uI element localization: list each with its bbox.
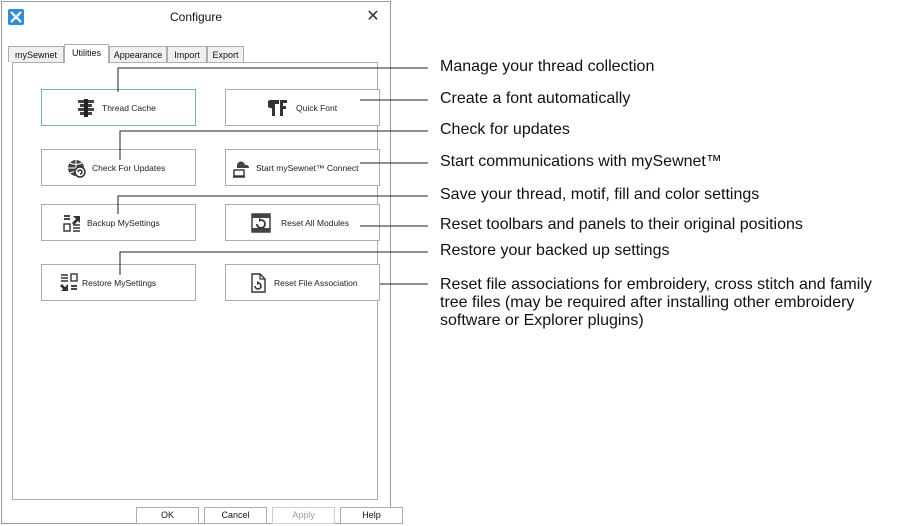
leader-backup: [117, 195, 428, 214]
callout-restore: Restore your backed up settings: [440, 242, 670, 259]
callout-reset-file-association: Reset file associations for embroidery, …: [440, 276, 872, 329]
leader-check-updates: [119, 130, 428, 160]
callout-thread-cache: Manage your thread collection: [440, 58, 655, 75]
callout-quick-font: Create a font automatically: [440, 90, 631, 107]
callout-leader-lines: [117, 67, 428, 285]
tab-utilities[interactable]: Utilities: [64, 44, 109, 63]
leader-restore: [119, 251, 428, 275]
callout-start-connect: Start communications with mySewnet™: [440, 153, 722, 170]
leader-thread-cache: [117, 67, 428, 92]
callout-check-updates: Check for updates: [440, 121, 570, 138]
callout-reset-modules: Reset toolbars and panels to their origi…: [440, 216, 803, 233]
callout-backup: Save your thread, motif, fill and color …: [440, 186, 760, 203]
